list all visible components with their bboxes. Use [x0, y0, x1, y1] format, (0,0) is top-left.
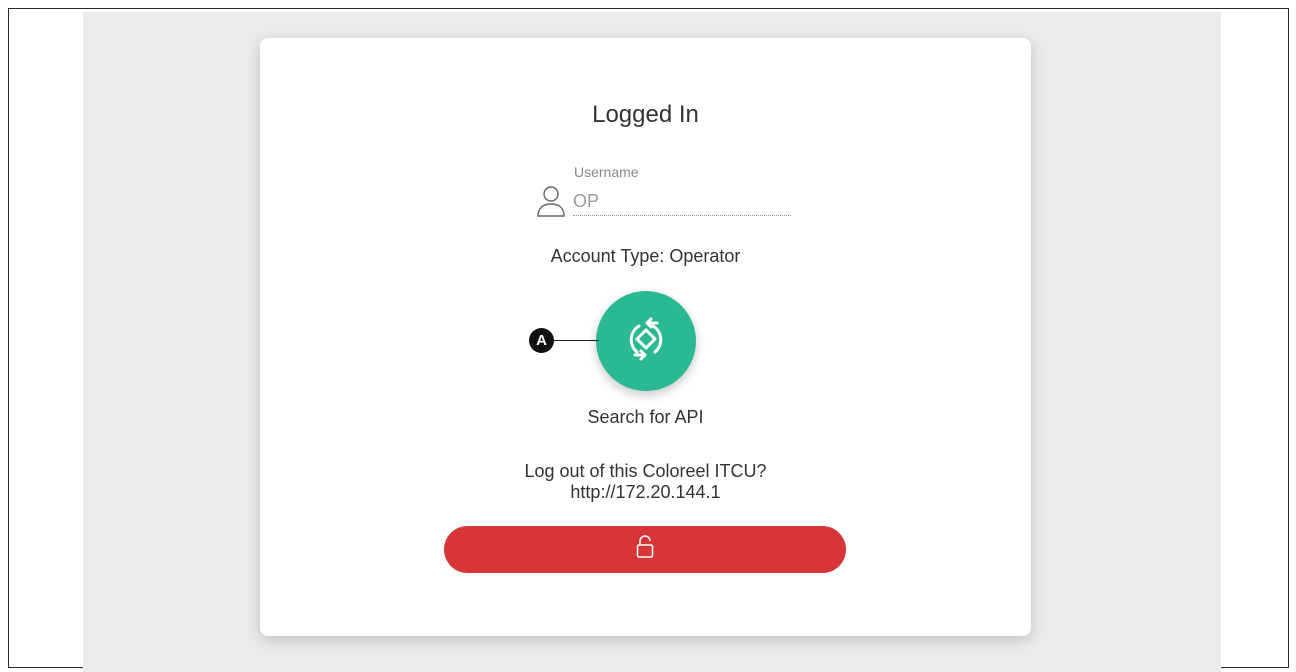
user-icon: [536, 185, 566, 219]
lock-icon: [635, 535, 655, 564]
sync-diamond-icon: [621, 314, 671, 369]
callout-line: [554, 340, 599, 341]
logout-button[interactable]: [444, 526, 846, 573]
callout-badge: A: [529, 328, 554, 353]
username-label: Username: [574, 164, 639, 180]
login-card: Logged In Username OP Account Type: Oper…: [260, 38, 1031, 636]
username-field[interactable]: OP: [573, 188, 791, 216]
logout-question: Log out of this Coloreel ITCU?: [524, 461, 767, 481]
account-type: Account Type: Operator: [550, 246, 741, 266]
search-api-label: Search for API: [587, 407, 704, 427]
page-title: Logged In: [592, 101, 699, 128]
search-api-button[interactable]: [596, 291, 696, 391]
logout-url: http://172.20.144.1: [570, 482, 721, 502]
